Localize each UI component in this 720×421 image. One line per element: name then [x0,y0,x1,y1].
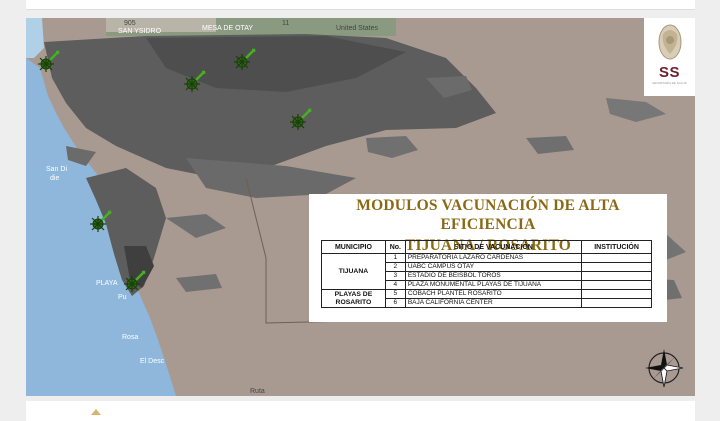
virus-pin-icon[interactable] [36,50,60,74]
map-label-playas: PLAYA [96,280,118,287]
vaccination-map[interactable]: 905 SAN YSIDRO MESA DE OTAY 11 United St… [26,18,695,396]
map-label-ruta: Ruta [250,388,265,395]
map-label-san-ysidro: SAN YSIDRO [118,28,162,35]
vaccination-sites-card: MODULOS VACUNACIÓN DE ALTA EFICIENCIA TI… [309,194,667,322]
map-label-el-descanso: El Desc [140,358,165,365]
map-label-san-diego: San Di [46,166,68,173]
map-label-mesa-de-otay: MESA DE OTAY [202,25,254,32]
virus-pin-icon[interactable] [232,48,256,72]
vaccination-sites-table: MUNICIPIO No. SITIO DE VACUNACIÓN INSTIT… [321,240,652,308]
table-header-row: MUNICIPIO No. SITIO DE VACUNACIÓN INSTIT… [321,240,652,254]
site-name: PLAZA MONUMENTAL PLAYAS DE TIJUANA [404,280,583,290]
screen: 905 SAN YSIDRO MESA DE OTAY 11 United St… [0,0,720,421]
coat-of-arms-icon [658,24,681,60]
small-logo-icon [91,409,101,415]
municipio-line-2: ROSARITO [335,298,372,306]
site-name: UABC CAMPUS OTAY [404,262,583,272]
virus-pin-icon[interactable] [182,70,206,94]
row-number: 5 [384,289,406,299]
institution-cell [581,289,652,299]
site-name: PREPARATORIA LÁZARO CARDENAS [404,253,583,263]
map-label-united-states: United States [336,25,379,32]
site-name: BAJA CALIFORNIA CENTER [404,298,583,308]
virus-pin-icon[interactable] [122,270,146,294]
map-label-puerto: Pu [118,294,127,301]
virus-pin-icon[interactable] [88,210,112,234]
column-header-no: No. [384,240,406,254]
row-number: 4 [384,280,406,290]
compass-rose-icon [645,349,684,388]
row-number: 1 [384,253,406,263]
municipio-cell: TIJUANA [321,253,386,290]
column-header-sitio: SITIO DE VACUNACIÓN [404,240,583,254]
bottom-card [26,401,695,421]
top-card-edge [26,0,695,10]
map-label-highway-905: 905 [124,20,136,27]
institution-cell [581,280,652,290]
table-row: PLAYAS DE ROSARITO 5 COBACH PLANTEL ROSA… [321,289,652,308]
table-row: TIJUANA 1 PREPARATORIA LÁZARO CARDENAS [321,253,652,290]
secretaria-salud-logo: SS SECRETARÍA DE SALUD [644,18,695,96]
municipio-cell: PLAYAS DE ROSARITO [321,289,386,308]
institution-cell [581,253,652,263]
map-label-highway-11: 11 [282,20,290,27]
site-name: COBACH PLANTEL ROSARITO [404,289,583,299]
row-number: 6 [384,298,406,308]
institution-cell [581,271,652,281]
map-label-rosarito: Rosa [122,334,139,341]
map-label-san-diego-2: die [50,175,60,182]
municipio-line-1: PLAYAS DE [334,290,373,298]
site-name: ESTADIO DE BEISBOL TOROS [404,271,583,281]
column-header-institucion: INSTITUCIÓN [581,240,652,254]
institution-cell [581,262,652,272]
card-title-line-1: MODULOS VACUNACIÓN DE ALTA EFICIENCIA [356,197,620,233]
column-header-municipio: MUNICIPIO [321,240,386,254]
logo-text: SS [658,64,680,81]
row-number: 2 [384,262,406,272]
institution-cell [581,298,652,308]
row-number: 3 [384,271,406,281]
logo-subtext: SECRETARÍA DE SALUD [652,81,687,85]
virus-pin-icon[interactable] [288,108,312,132]
